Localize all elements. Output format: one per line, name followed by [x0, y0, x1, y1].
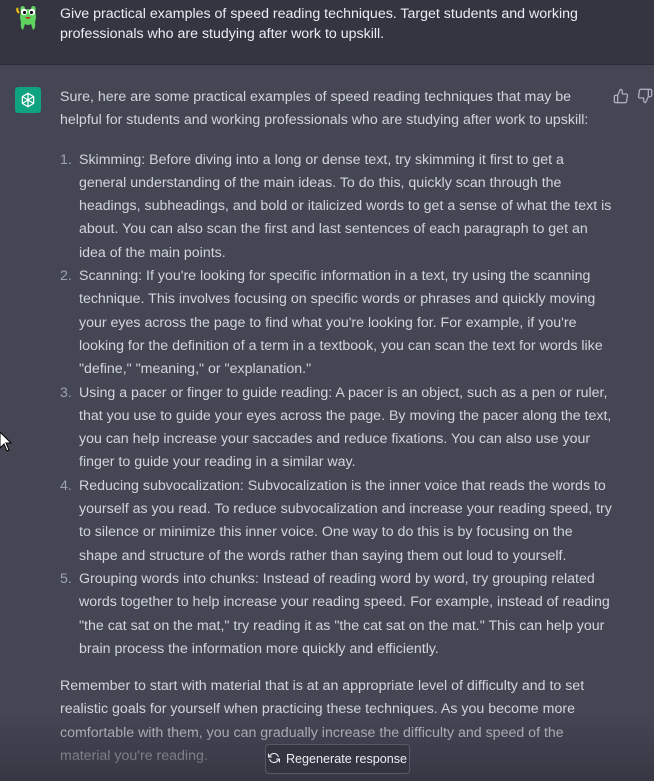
list-item-text: Grouping words into chunks: Instead of r…	[79, 570, 610, 657]
user-avatar-icon	[15, 4, 41, 30]
chat-window: Give practical examples of speed reading…	[0, 0, 654, 781]
list-item: 4. Reducing subvocalization: Subvocaliza…	[60, 475, 615, 568]
list-item-text: Skimming: Before diving into a long or d…	[79, 151, 612, 261]
list-item-text: Scanning: If you're looking for specific…	[79, 268, 603, 378]
response-intro: Sure, here are some practical examples o…	[60, 89, 589, 129]
openai-logo-icon	[15, 87, 41, 113]
list-item-number: 3.	[60, 384, 72, 401]
list-item: 2. Scanning: If you're looking for speci…	[60, 265, 615, 381]
list-item-text: Reducing subvocalization: Subvocalizatio…	[79, 477, 612, 564]
user-message-text: Give practical examples of speed reading…	[60, 6, 578, 42]
list-item: 1. Skimming: Before diving into a long o…	[60, 149, 615, 265]
list-item-number: 1.	[60, 151, 72, 168]
regenerate-label: Regenerate response	[285, 752, 408, 766]
assistant-response: Sure, here are some practical examples o…	[60, 86, 615, 768]
techniques-list: 1. Skimming: Before diving into a long o…	[60, 149, 615, 662]
list-item-text: Using a pacer or finger to guide reading…	[79, 384, 612, 471]
thumbs-down-icon[interactable]	[636, 87, 654, 105]
list-item-number: 4.	[60, 477, 72, 494]
list-item: 3. Using a pacer or finger to guide read…	[60, 382, 615, 475]
list-item: 5. Grouping words into chunks: Instead o…	[60, 568, 615, 661]
user-message: Give practical examples of speed reading…	[0, 0, 654, 65]
assistant-message: Sure, here are some practical examples o…	[0, 65, 654, 781]
mouse-cursor-icon	[0, 431, 13, 452]
regenerate-response-button[interactable]: Regenerate response	[265, 744, 410, 774]
refresh-icon	[267, 752, 280, 767]
list-item-number: 5.	[60, 570, 72, 587]
list-item-number: 2.	[60, 268, 72, 285]
